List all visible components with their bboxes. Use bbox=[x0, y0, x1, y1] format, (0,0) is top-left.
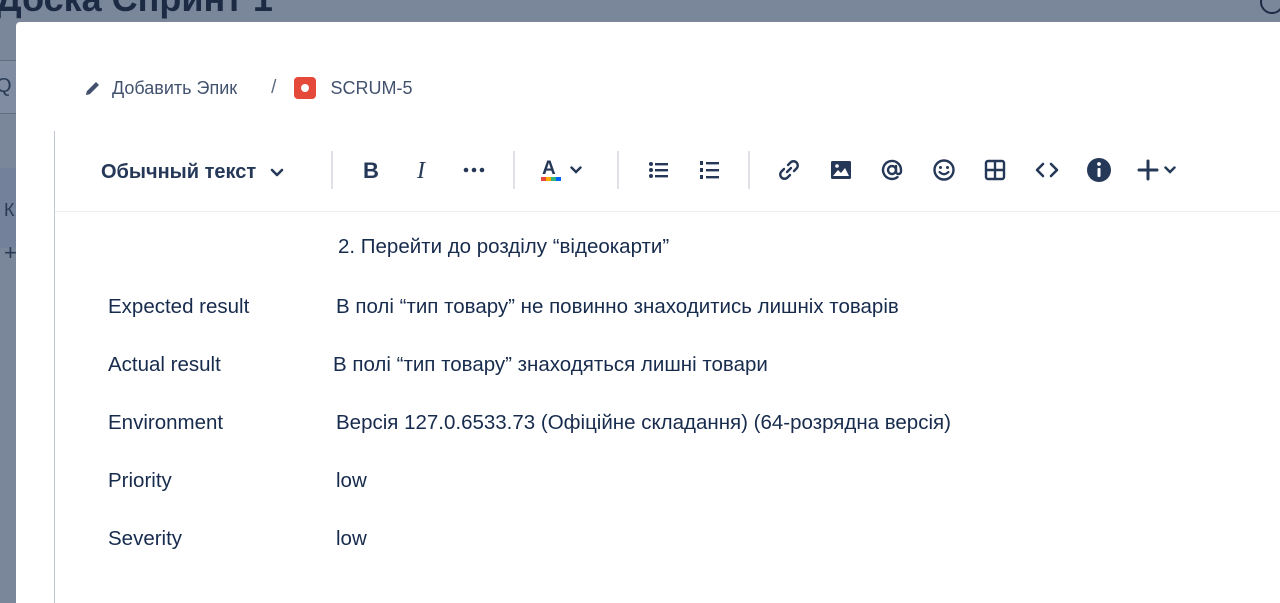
more-formatting-icon[interactable] bbox=[460, 155, 488, 185]
breadcrumb: Добавить Эпик / SCRUM-5 bbox=[84, 76, 412, 100]
help-icon[interactable] bbox=[1260, 0, 1280, 14]
field-label-expected-result: Expected result bbox=[108, 295, 250, 318]
svg-text:A: A bbox=[542, 158, 556, 179]
issue-modal: Добавить Эпик / SCRUM-5 Обычный текст B … bbox=[16, 22, 1280, 603]
table-icon[interactable] bbox=[981, 155, 1009, 185]
toolbar-divider bbox=[513, 151, 515, 189]
steps-item: 2. Перейти до розділу “відеокарти” bbox=[338, 235, 670, 258]
field-value-severity: low bbox=[336, 527, 367, 550]
board-search-input[interactable]: Q bbox=[0, 60, 17, 114]
emoji-icon[interactable] bbox=[930, 155, 958, 185]
editor-toolbar: Обычный текст B I A bbox=[55, 131, 1280, 212]
field-label-severity: Severity bbox=[108, 527, 183, 550]
add-epic-link[interactable]: Добавить Эпик bbox=[84, 78, 237, 99]
svg-text:I: I bbox=[416, 159, 426, 181]
field-value-expected-result: В полі “тип товару” не повинно знаходити… bbox=[336, 295, 899, 318]
link-icon[interactable] bbox=[775, 155, 803, 185]
mention-icon[interactable] bbox=[878, 155, 906, 185]
numbered-list-icon[interactable] bbox=[696, 155, 724, 185]
toolbar-divider bbox=[617, 151, 619, 189]
toolbar-divider bbox=[331, 151, 333, 189]
chevron-down-icon bbox=[270, 161, 284, 184]
field-value-actual-result: В полі “тип товару” знаходяться лишні то… bbox=[333, 353, 768, 376]
breadcrumb-separator: / bbox=[271, 77, 277, 98]
text-color-icon[interactable]: A bbox=[540, 155, 582, 185]
chevron-down-icon bbox=[1164, 166, 1176, 174]
description-content[interactable]: 2. Перейти до розділу “відеокарти” Expec… bbox=[55, 211, 1280, 603]
bug-icon bbox=[294, 77, 317, 99]
info-icon[interactable] bbox=[1085, 155, 1113, 185]
field-label-priority: Priority bbox=[108, 469, 172, 492]
description-editor[interactable]: Обычный текст B I A 2. Перейти до розділ… bbox=[54, 131, 1280, 603]
search-icon: Q bbox=[0, 75, 12, 97]
italic-icon[interactable]: I bbox=[409, 155, 437, 185]
board-column-label: К bbox=[4, 200, 15, 220]
add-epic-label: Добавить Эпик bbox=[112, 77, 238, 98]
svg-text:B: B bbox=[363, 159, 379, 181]
insert-plus-icon[interactable] bbox=[1137, 155, 1176, 185]
field-value-priority: low bbox=[336, 469, 367, 492]
field-value-environment: Версія 127.0.6533.73 (Офіційне складання… bbox=[336, 411, 951, 434]
board-title: Доска Спринт 1 bbox=[0, 0, 273, 20]
field-label-environment: Environment bbox=[108, 411, 224, 434]
image-icon[interactable] bbox=[827, 155, 855, 185]
field-label-actual-result: Actual result bbox=[108, 353, 221, 376]
bold-icon[interactable]: B bbox=[357, 155, 385, 185]
bullet-list-icon[interactable] bbox=[645, 155, 673, 185]
toolbar-divider bbox=[748, 151, 750, 189]
issue-key: SCRUM-5 bbox=[330, 77, 413, 98]
text-style-label: Обычный текст bbox=[101, 160, 257, 183]
issue-key-link[interactable]: SCRUM-5 bbox=[294, 77, 412, 99]
text-style-dropdown[interactable]: Обычный текст bbox=[101, 157, 284, 187]
code-icon[interactable] bbox=[1033, 155, 1061, 185]
pencil-icon bbox=[84, 79, 102, 97]
board-add-icon[interactable]: + bbox=[4, 240, 17, 266]
chevron-down-icon bbox=[570, 166, 582, 174]
